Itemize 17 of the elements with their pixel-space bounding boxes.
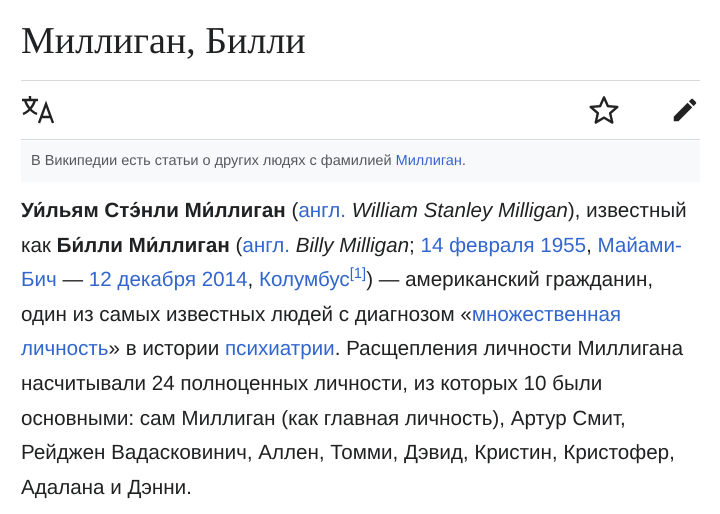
link[interactable]: 12 декабря 2014	[88, 268, 248, 292]
hatnote: В Википедии есть статьи о других людях с фамилией Миллиган.	[21, 141, 700, 182]
link[interactable]: психиатрии	[225, 337, 335, 360]
link[interactable]: множественная	[472, 302, 622, 326]
page-title: Миллиган, Билли	[21, 0, 700, 81]
link[interactable]: Колумбус	[258, 268, 350, 292]
article-paragraph: Уи́льям Стэ́нли Ми́ллиган (англ. William Stanley Milligan), известный как Би́лли Ми́ллиган (англ. Billy Milligan; 14 февраля 1955, Майами- Бич — 12 декабря 2014, Колумбус$^{[1]}$) — американский гражданин, один из самых известных людей с диагнозом «множественная личность» в истории психиатрии. Расщепления личности Миллигана насчитывали 24 полноценных личности, из которых 10 были основными: сам Миллиган (как главная личность), Артур Смит, Рейджен Вадасковинич, Аллен, Томми, Дэвид, Кристин, Кристофер, Адалана и Дэнни.	[21, 198, 688, 501]
link[interactable]: англ.	[298, 199, 346, 222]
link[interactable]: 14 февраля 1955	[420, 234, 586, 257]
translate-icon[interactable]	[21, 95, 57, 125]
link[interactable]: личность	[21, 337, 109, 360]
star-icon[interactable]	[588, 94, 620, 126]
link[interactable]: англ.	[242, 234, 290, 257]
link[interactable]: Майами-	[598, 234, 682, 257]
footnote-link[interactable]: [1]	[350, 266, 366, 282]
link[interactable]: Бич	[21, 268, 57, 292]
link[interactable]: Миллиган	[396, 153, 462, 169]
